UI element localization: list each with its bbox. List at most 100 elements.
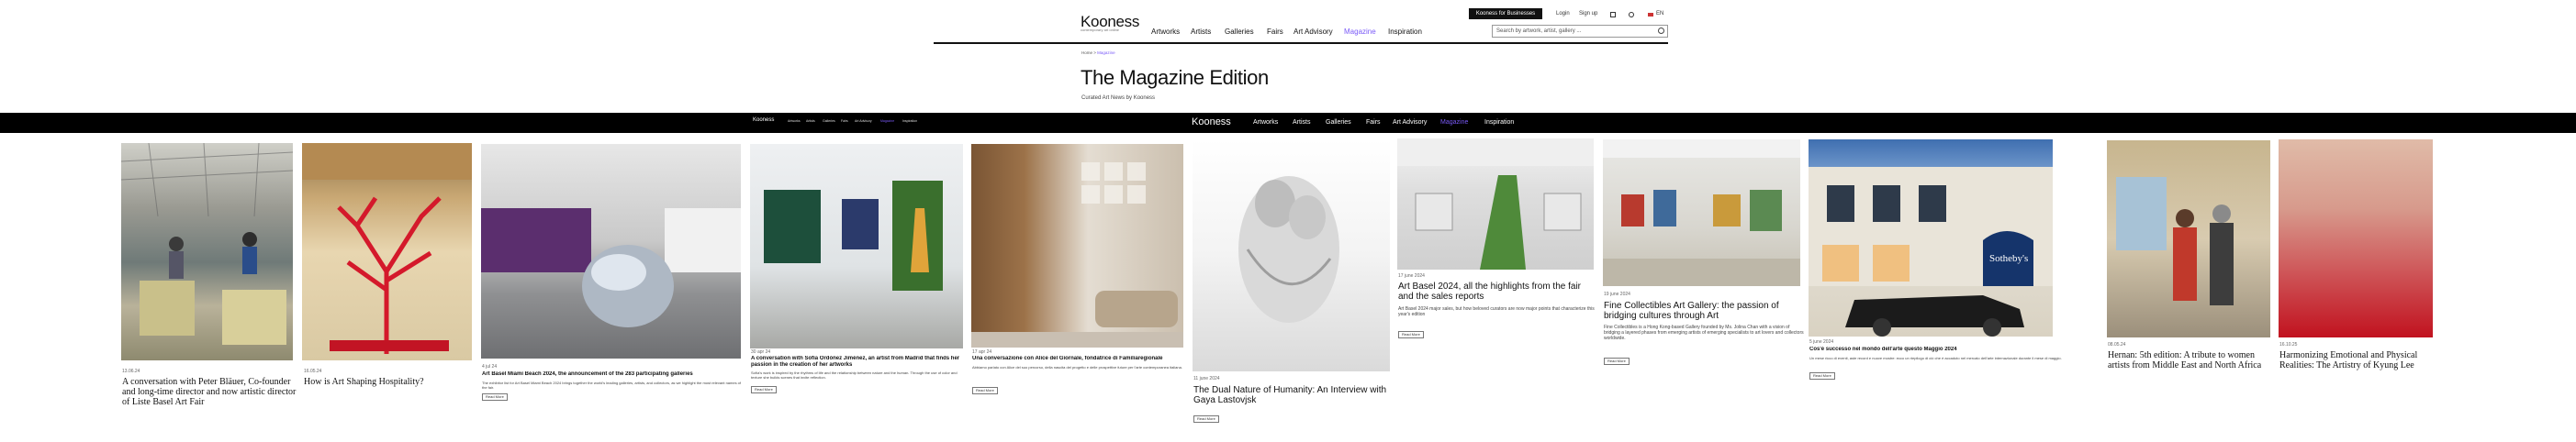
breadcrumb-home[interactable]: Home (1081, 50, 1092, 55)
art-fair-photo (121, 143, 293, 345)
mini-nav-inspiration[interactable]: Inspiration (902, 119, 917, 123)
article-title[interactable]: Una conversazione con Alice del Giornale… (972, 356, 1184, 363)
article-image[interactable] (481, 144, 741, 359)
page-title: The Magazine Edition (1081, 66, 1269, 89)
band-nav-fairs[interactable]: Fairs (1366, 119, 1381, 126)
article-date: 11 june 2024 (1193, 376, 1220, 381)
band-nav-magazine[interactable]: Magazine (1440, 119, 1468, 126)
mini-logo[interactable]: Kooness (753, 117, 774, 123)
article-excerpt: Art Basel 2024 major sales, but how belo… (1398, 306, 1595, 317)
breadcrumb-current: Magazine (1097, 50, 1115, 55)
language-selector[interactable]: EN (1656, 11, 1663, 17)
article-date: 17 apr 24 (972, 349, 992, 355)
article-image[interactable] (2279, 139, 2433, 337)
mini-nav-galleries[interactable]: Galleries (823, 119, 835, 123)
interior-design-photo (971, 162, 1183, 348)
header-divider (934, 42, 1668, 44)
page-subtitle: Curated Art News by Kooness (1081, 95, 1156, 101)
read-more-button[interactable]: Read More (1809, 372, 1835, 380)
nav-art-advisory[interactable]: Art Advisory (1294, 28, 1333, 36)
band-nav-artworks[interactable]: Artworks (1253, 119, 1278, 126)
mini-nav-art-advisory[interactable]: Art Advisory (855, 119, 872, 123)
login-link[interactable]: Login (1556, 11, 1570, 17)
article-date: 4 jul 24 (482, 364, 498, 370)
article-date: 19 june 2024 (1604, 292, 1630, 297)
read-more-button[interactable]: Read More (1604, 358, 1630, 365)
band-nav-inspiration[interactable]: Inspiration (1484, 119, 1514, 126)
kooness-for-businesses-button[interactable]: Kooness for Businesses (1469, 8, 1542, 19)
article-image[interactable] (1603, 139, 1800, 286)
read-more-button[interactable]: Read More (482, 393, 508, 401)
article-image[interactable] (302, 143, 472, 360)
signup-link[interactable]: Sign up (1579, 11, 1597, 17)
art-basel-miami-photo (481, 208, 741, 327)
article-title[interactable]: The Dual Nature of Humanity: An Intervie… (1193, 385, 1395, 407)
article-image[interactable] (750, 144, 963, 348)
article-date: 30 apr 24 (751, 349, 771, 355)
search-icon[interactable] (1658, 28, 1664, 34)
nav-artworks[interactable]: Artworks (1151, 28, 1180, 36)
article-image[interactable] (971, 144, 1183, 348)
article-title[interactable]: How is Art Shaping Hospitality? (304, 377, 474, 390)
art-basel-booth-photo (1397, 138, 1594, 270)
article-date: 17 june 2024 (1398, 273, 1425, 279)
women-artists-photo (2116, 177, 2234, 305)
sothebys-sign: Sotheby's (1989, 253, 2028, 264)
read-more-button[interactable]: Read More (751, 386, 777, 393)
mini-nav-fairs[interactable]: Fairs (841, 119, 848, 123)
article-excerpt: Fine Collectibles is a Hong Kong-based G… (1604, 325, 1804, 341)
article-image[interactable] (2107, 140, 2270, 337)
band-nav-galleries[interactable]: Galleries (1326, 119, 1351, 126)
breadcrumb: Home > Magazine (1081, 50, 1115, 55)
article-date: 16.10.25 (2279, 342, 2298, 348)
band-nav-artists[interactable]: Artists (1293, 119, 1310, 126)
nav-magazine[interactable]: Magazine (1344, 28, 1376, 36)
sticky-nav-bar (0, 113, 2576, 133)
sculpture-photo (1238, 176, 1339, 323)
article-title[interactable]: Art Basel Miami Beach 2024, the announce… (482, 371, 744, 379)
band-logo[interactable]: Kooness (1192, 116, 1231, 127)
cart-icon[interactable] (1610, 12, 1616, 17)
nav-galleries[interactable]: Galleries (1225, 28, 1254, 36)
article-title[interactable]: Cos'è successo nel mondo dell'arte quest… (1809, 347, 2054, 354)
article-excerpt: The exhibitor list for Art Basel Miami B… (482, 381, 742, 390)
mini-nav-bar: Kooness Artworks Artists Galleries Fairs… (753, 116, 927, 127)
article-date: 13.06.24 (122, 369, 140, 374)
user-icon[interactable] (1629, 12, 1634, 17)
article-title[interactable]: A conversation with Peter Bläuer, Co-fou… (122, 377, 297, 421)
read-more-button[interactable]: Read More (1398, 331, 1424, 338)
read-more-button[interactable]: Read More (1193, 415, 1219, 423)
article-image[interactable] (121, 143, 293, 360)
read-more-button[interactable]: Read More (972, 387, 998, 394)
article-date: 5 june 2024 (1809, 339, 1834, 345)
article-title[interactable]: Harmonizing Emotional and Physical Reali… (2279, 350, 2436, 372)
article-excerpt: Abbiamo parlato con Alice del suo percor… (972, 365, 1182, 370)
search-placeholder: Search by artwork, artist, gallery ... (1496, 28, 1582, 34)
article-title[interactable]: A conversation with Sofía Ordóñez Jiméne… (751, 356, 964, 369)
mini-nav-artworks[interactable]: Artworks (788, 119, 801, 123)
article-image[interactable] (1397, 138, 1594, 270)
article-title[interactable]: Fine Collectibles Art Gallery: the passi… (1604, 301, 1804, 323)
nav-artists[interactable]: Artists (1191, 28, 1211, 36)
flag-icon (1648, 13, 1653, 17)
mini-nav-magazine[interactable]: Magazine (880, 119, 894, 123)
search-input[interactable]: Search by artwork, artist, gallery ... (1492, 25, 1668, 38)
article-excerpt: Un mese ricco di eventi, aste record e n… (1809, 356, 2062, 360)
article-date: 08.05.24 (2108, 342, 2126, 348)
article-title[interactable]: Hernan: 5th edition: A tribute to women … (2108, 350, 2271, 383)
article-image[interactable] (1193, 139, 1390, 371)
article-date: 16.05.24 (304, 369, 322, 374)
gallery-booth-photo (1603, 139, 1800, 286)
mini-nav-artists[interactable]: Artists (806, 119, 815, 123)
band-nav-art-advisory[interactable]: Art Advisory (1393, 119, 1427, 126)
article-title[interactable]: Art Basel 2024, all the highlights from … (1398, 282, 1598, 304)
nav-inspiration[interactable]: Inspiration (1388, 28, 1422, 36)
logo-tagline: contemporary art online (1081, 28, 1120, 32)
site-header: Kooness contemporary art online Artworks… (934, 0, 1668, 44)
article-excerpt: Sofía's work is inspired by the rhythms … (751, 370, 958, 380)
gallery-paintings-photo (764, 181, 943, 291)
article-image[interactable]: Sotheby's (1809, 139, 2053, 337)
sothebys-building-photo: Sotheby's (1809, 167, 2053, 337)
nav-fairs[interactable]: Fairs (1267, 28, 1283, 36)
red-tree-sculpture-photo (302, 143, 472, 354)
